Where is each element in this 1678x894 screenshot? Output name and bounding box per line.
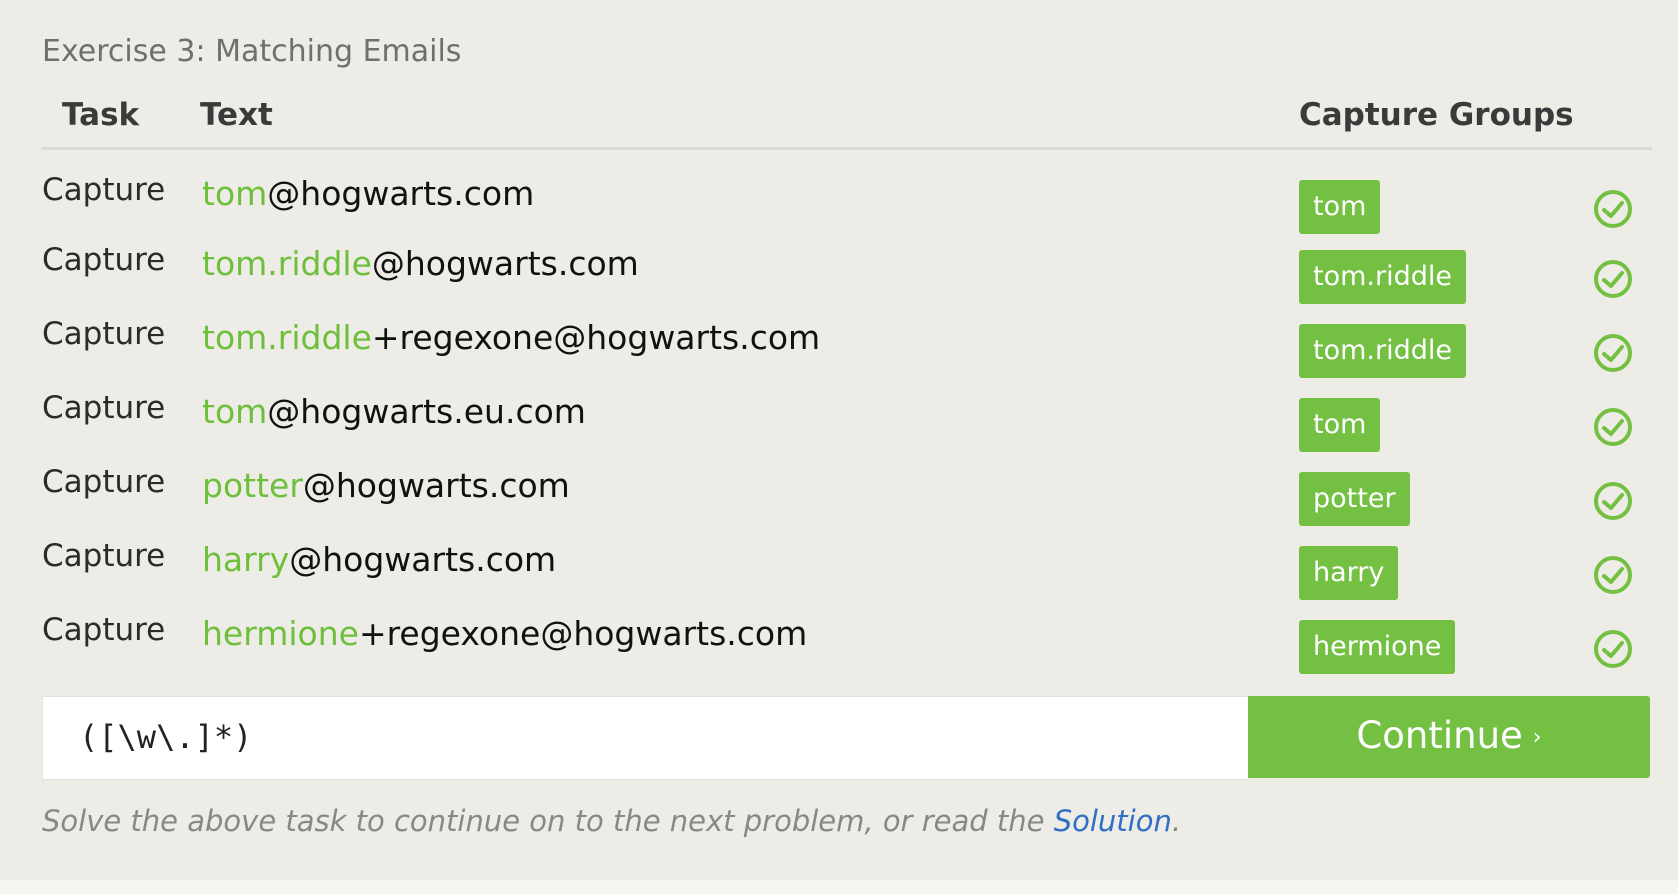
row-text: tom.riddle+regexone@hogwarts.com <box>202 318 820 357</box>
task-label: Capture <box>42 538 166 574</box>
task-label: Capture <box>42 316 166 352</box>
task-label: Capture <box>42 464 166 500</box>
table-row: Capture tom.riddle+regexone@hogwarts.com… <box>0 316 1678 390</box>
header-capture-groups: Capture Groups <box>1299 97 1574 133</box>
capture-group-badge: hermione <box>1299 620 1456 674</box>
table-row: Capture harry@hogwarts.com harry <box>0 538 1678 612</box>
capture-group-badge: potter <box>1299 472 1410 526</box>
header-text: Text <box>200 97 273 133</box>
capture-group-badge: tom.riddle <box>1299 324 1466 378</box>
task-label: Capture <box>42 172 166 208</box>
unmatched-text: @hogwarts.com <box>302 466 570 505</box>
matched-text: potter <box>202 466 303 505</box>
header-divider <box>42 147 1652 150</box>
unmatched-text: @hogwarts.eu.com <box>267 392 586 431</box>
check-circle-icon <box>1594 408 1632 446</box>
unmatched-text: @hogwarts.com <box>371 244 639 283</box>
table-row: Capture hermione+regexone@hogwarts.com h… <box>0 612 1678 686</box>
matched-text: harry <box>202 540 290 579</box>
matched-text: tom <box>202 174 268 213</box>
check-circle-icon <box>1594 190 1632 228</box>
row-text: potter@hogwarts.com <box>202 466 570 505</box>
matched-text: tom.riddle <box>202 244 372 283</box>
continue-label: Continue <box>1356 714 1523 757</box>
task-label: Capture <box>42 612 166 648</box>
regex-input-container[interactable] <box>42 696 1250 780</box>
check-circle-icon <box>1594 260 1632 298</box>
check-circle-icon <box>1594 556 1632 594</box>
table-row: Capture tom@hogwarts.com tom <box>0 172 1678 246</box>
unmatched-text: +regexone@hogwarts.com <box>371 318 821 357</box>
check-circle-icon <box>1594 482 1632 520</box>
chevron-right-icon: › <box>1532 724 1542 750</box>
footer-hint: Solve the above task to continue on to t… <box>42 804 1181 838</box>
header-task: Task <box>62 97 140 133</box>
matched-text: hermione <box>202 614 359 653</box>
matched-text: tom <box>202 392 268 431</box>
row-text: tom@hogwarts.eu.com <box>202 392 586 431</box>
solution-link[interactable]: Solution <box>1054 804 1172 838</box>
matched-text: tom.riddle <box>202 318 372 357</box>
table-row: Capture tom@hogwarts.eu.com tom <box>0 390 1678 464</box>
unmatched-text: @hogwarts.com <box>267 174 535 213</box>
task-label: Capture <box>42 390 166 426</box>
row-text: tom.riddle@hogwarts.com <box>202 244 639 283</box>
exercise-title: Exercise 3: Matching Emails <box>42 34 462 69</box>
footer-period: . <box>1171 804 1182 838</box>
continue-button[interactable]: Continue › <box>1248 696 1650 778</box>
exercise-panel: Exercise 3: Matching Emails Task Text Ca… <box>0 0 1678 880</box>
check-circle-icon <box>1594 630 1632 668</box>
regex-input[interactable] <box>77 717 1181 757</box>
table-row: Capture potter@hogwarts.com potter <box>0 464 1678 538</box>
capture-group-badge: tom <box>1299 398 1381 452</box>
check-circle-icon <box>1594 334 1632 372</box>
capture-group-badge: harry <box>1299 546 1399 600</box>
footer-text: Solve the above task to continue on to t… <box>42 804 1054 838</box>
unmatched-text: +regexone@hogwarts.com <box>358 614 808 653</box>
unmatched-text: @hogwarts.com <box>289 540 557 579</box>
task-label: Capture <box>42 242 166 278</box>
row-text: harry@hogwarts.com <box>202 540 556 579</box>
capture-group-badge: tom.riddle <box>1299 250 1466 304</box>
row-text: tom@hogwarts.com <box>202 174 534 213</box>
table-row: Capture tom.riddle@hogwarts.com tom.ridd… <box>0 242 1678 316</box>
row-text: hermione+regexone@hogwarts.com <box>202 614 807 653</box>
capture-group-badge: tom <box>1299 180 1381 234</box>
